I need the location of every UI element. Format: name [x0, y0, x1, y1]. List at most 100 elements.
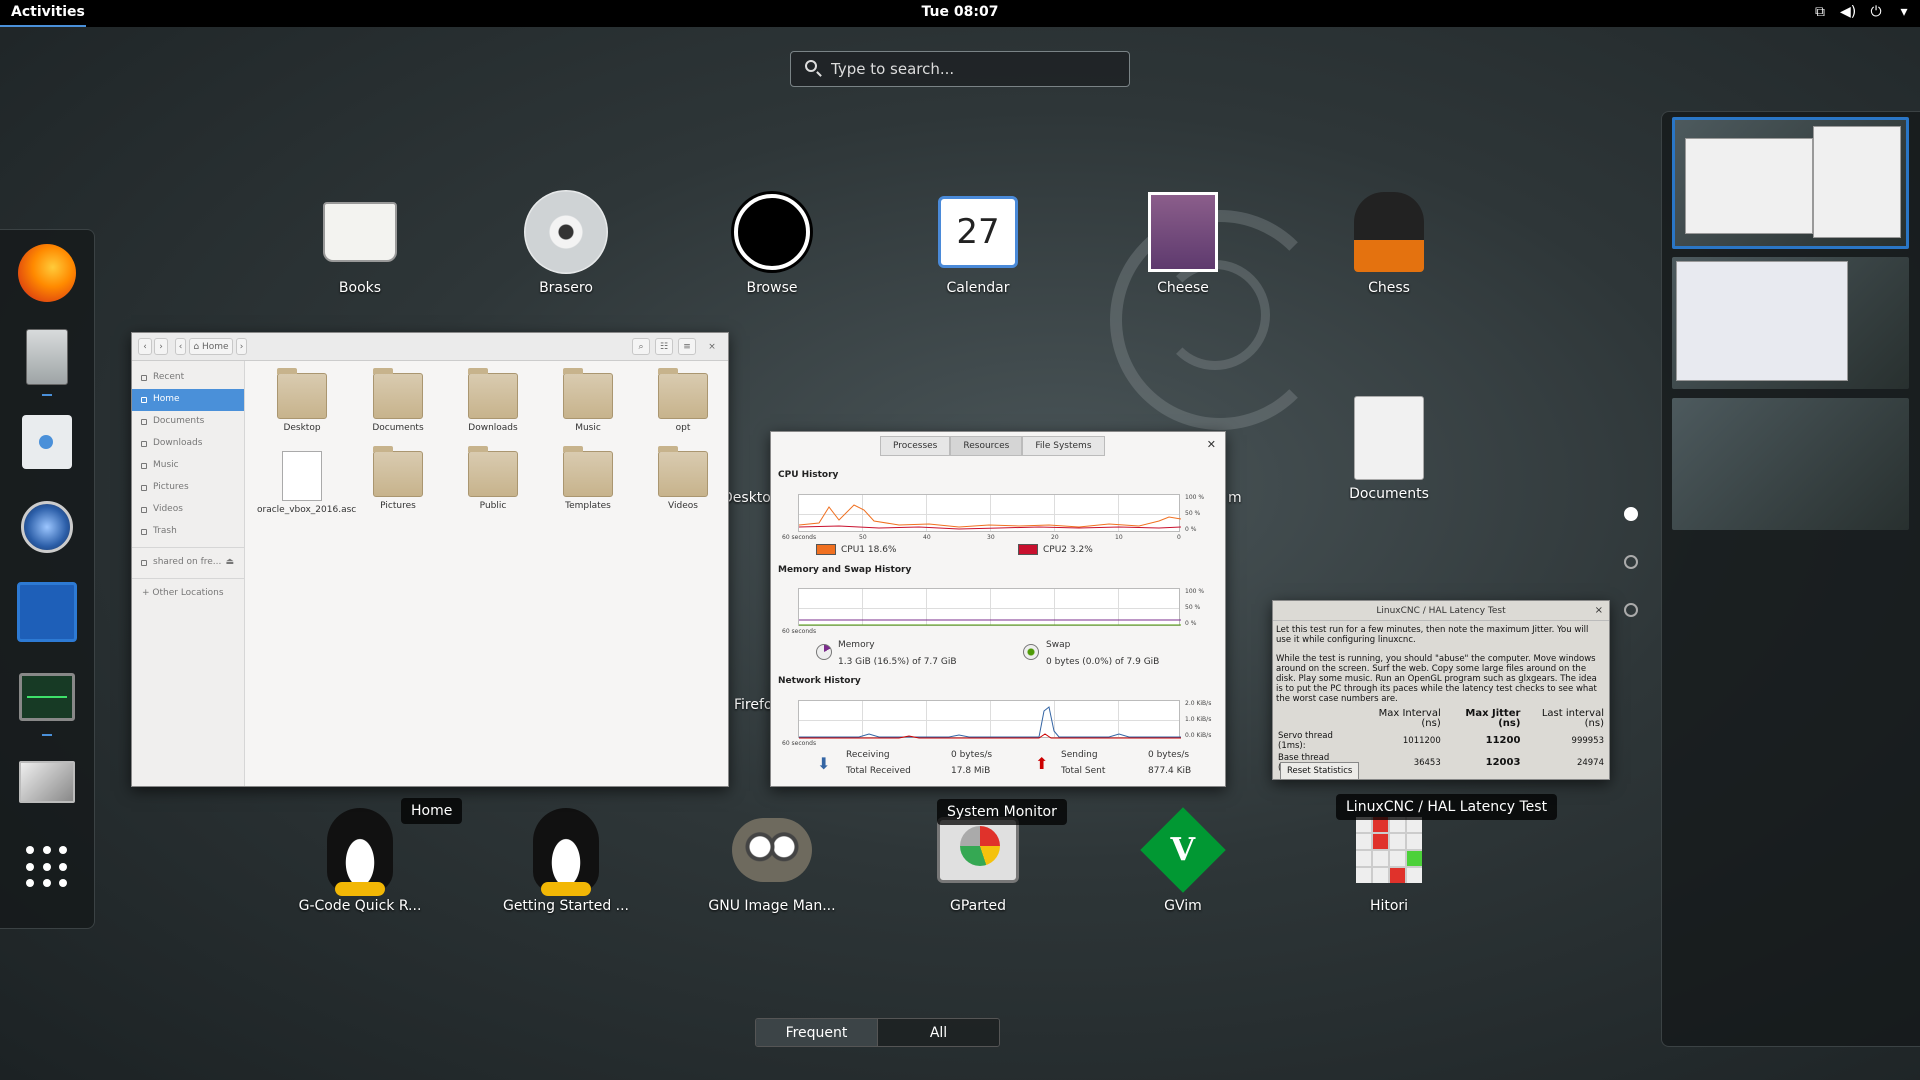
app-label-partial: Firefo — [734, 697, 773, 713]
file-item[interactable]: opt — [638, 368, 728, 433]
sidebar-item-downloads[interactable]: Downloads — [132, 433, 244, 455]
cpu2-swatch[interactable] — [1018, 544, 1038, 555]
workspace-indicator-3[interactable] — [1624, 603, 1638, 617]
file-item[interactable]: Documents — [353, 368, 443, 433]
folder-icon — [373, 368, 423, 419]
eject-icon[interactable]: ⏏ — [225, 557, 234, 567]
app-documents[interactable]: Documents — [1299, 396, 1479, 502]
power-icon[interactable]: ⏻ — [1868, 4, 1884, 20]
dash-screenshot[interactable] — [13, 747, 81, 817]
y-tick: 100 % — [1185, 494, 1205, 501]
table-row: Servo thread (1ms): 1011200 11200 999953 — [1278, 731, 1604, 751]
sidebar-item-recent[interactable]: Recent — [132, 367, 244, 389]
tux-icon — [533, 808, 599, 896]
files-window[interactable]: ‹ › ‹ ⌂ Home › ⌕ ☷ ≡ × Recent Home Docum… — [131, 332, 729, 787]
swap-pie-icon[interactable] — [1023, 644, 1039, 660]
memory-label: Memory — [838, 640, 875, 650]
workspace-thumbnail-3[interactable] — [1672, 398, 1909, 530]
app-gimp[interactable]: GNU Image Man... — [682, 808, 862, 914]
sidebar-item-videos[interactable]: Videos — [132, 499, 244, 521]
tab-file-systems[interactable]: File Systems — [1022, 436, 1105, 456]
file-item[interactable]: Downloads — [448, 368, 538, 433]
app-label: GVim — [1164, 898, 1202, 914]
send-arrow-icon[interactable]: ⬆ — [1035, 754, 1048, 773]
window-title-files: Home — [401, 798, 463, 824]
y-tick: 0.0 KiB/s — [1185, 732, 1212, 739]
tab-resources[interactable]: Resources — [950, 436, 1023, 456]
path-home-button[interactable]: ⌂ Home — [189, 338, 233, 355]
app-books[interactable]: Books — [270, 190, 450, 296]
system-monitor-window[interactable]: Processes Resources File Systems ✕ CPU H… — [770, 431, 1226, 787]
app-hitori[interactable]: Hitori — [1299, 808, 1479, 914]
forward-button[interactable]: › — [154, 338, 168, 355]
cpu1-swatch[interactable] — [816, 544, 836, 555]
running-indicator — [42, 394, 52, 396]
path-left-button[interactable]: ‹ — [175, 338, 186, 355]
tab-processes[interactable]: Processes — [880, 436, 951, 456]
search-input[interactable] — [831, 52, 1121, 86]
all-button[interactable]: All — [877, 1019, 999, 1046]
show-applications-button[interactable] — [13, 832, 81, 902]
path-right-button[interactable]: › — [236, 338, 247, 355]
file-item[interactable]: Templates — [543, 446, 633, 511]
file-item[interactable]: oracle_vbox_2016.asc — [257, 451, 356, 515]
dash-system-monitor[interactable] — [13, 662, 81, 736]
app-browse[interactable]: Browse — [682, 190, 862, 296]
sending-label: Sending — [1061, 750, 1098, 760]
search-box[interactable] — [790, 51, 1130, 87]
workspace-thumbnail-1[interactable] — [1672, 117, 1909, 249]
screenshot-icon — [19, 761, 75, 803]
file-item[interactable]: Pictures — [353, 446, 443, 511]
menu-arrow-icon[interactable]: ▾ — [1896, 4, 1912, 20]
dash-calculator[interactable] — [13, 577, 81, 647]
dash — [0, 229, 95, 929]
calculator-icon — [17, 582, 77, 642]
back-button[interactable]: ‹ — [138, 338, 152, 355]
dash-firefox[interactable] — [13, 238, 81, 308]
firefox-icon — [18, 244, 76, 302]
clock[interactable]: Tue 08:07 — [0, 4, 1920, 20]
dash-log-viewer[interactable] — [13, 492, 81, 562]
system-tray[interactable]: ⧉ ◀) ⏻ ▾ — [1812, 4, 1912, 20]
network-icon[interactable]: ⧉ — [1812, 4, 1828, 20]
sidebar-item-home[interactable]: Home — [132, 389, 244, 411]
file-item[interactable]: Music — [543, 368, 633, 433]
file-item[interactable]: Videos — [638, 446, 728, 511]
dash-software[interactable] — [13, 407, 81, 477]
memory-pie-icon[interactable] — [816, 644, 832, 660]
dash-files[interactable] — [13, 322, 81, 396]
app-chess[interactable]: Chess — [1299, 190, 1479, 296]
sidebar-item-music[interactable]: Music — [132, 455, 244, 477]
close-icon[interactable]: × — [1595, 605, 1603, 616]
app-getting-started[interactable]: Getting Started ... — [476, 808, 656, 914]
receiving-rate: 0 bytes/s — [951, 750, 993, 760]
latency-test-window[interactable]: LinuxCNC / HAL Latency Test × Let this t… — [1272, 600, 1610, 780]
file-item[interactable]: Desktop — [257, 368, 347, 433]
sidebar-item-other-locations[interactable]: + Other Locations — [132, 583, 244, 605]
sidebar-item-documents[interactable]: Documents — [132, 411, 244, 433]
sidebar-item-trash[interactable]: Trash — [132, 521, 244, 543]
app-cheese[interactable]: Cheese — [1093, 190, 1273, 296]
file-item[interactable]: Public — [448, 446, 538, 511]
close-icon[interactable]: × — [704, 338, 720, 355]
menu-icon[interactable]: ≡ — [678, 338, 696, 355]
total-sent-value: 877.4 KiB — [1148, 766, 1192, 776]
sidebar-item-shared[interactable]: shared on fre... ⏏ — [132, 552, 244, 574]
app-gvim[interactable]: V GVim — [1093, 807, 1273, 914]
app-brasero[interactable]: Brasero — [476, 190, 656, 296]
workspace-indicator-2[interactable] — [1624, 555, 1638, 569]
sidebar-item-pictures[interactable]: Pictures — [132, 477, 244, 499]
workspace-thumbnail-2[interactable] — [1672, 257, 1909, 389]
workspace-indicator-1[interactable] — [1624, 507, 1638, 521]
reset-statistics-button[interactable]: Reset Statistics — [1280, 762, 1360, 780]
search-icon[interactable]: ⌕ — [632, 338, 650, 355]
memory-graph — [798, 588, 1181, 626]
close-icon[interactable]: ✕ — [1207, 438, 1216, 451]
app-calendar[interactable]: 27 Calendar — [888, 190, 1068, 296]
receive-arrow-icon[interactable]: ⬇ — [817, 754, 830, 773]
volume-icon[interactable]: ◀) — [1840, 4, 1856, 20]
swap-value: 0 bytes (0.0%) of 7.9 GiB — [1046, 657, 1160, 667]
folder-icon — [468, 368, 518, 419]
frequent-button[interactable]: Frequent — [756, 1019, 877, 1046]
view-options-icon[interactable]: ☷ — [655, 338, 673, 355]
